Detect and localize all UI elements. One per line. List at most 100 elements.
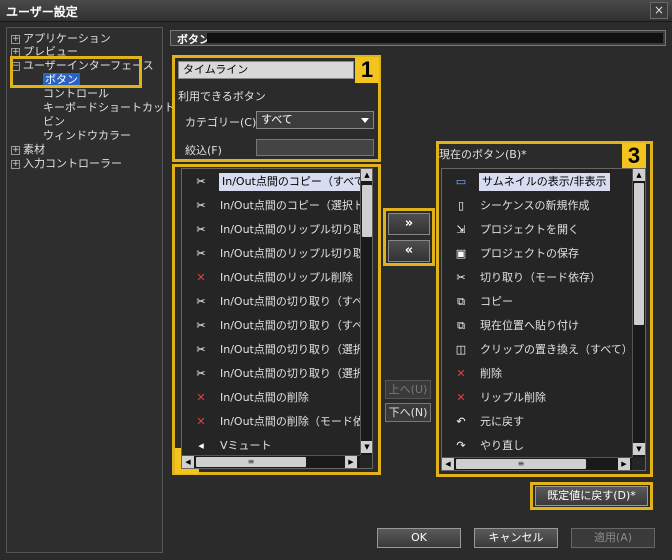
list-item-label: In/Out点間のリップル削除 bbox=[220, 271, 353, 284]
list-item[interactable]: ✂ 切り取り（モード依存） bbox=[442, 266, 632, 290]
tree-item-label: コントロール bbox=[43, 87, 109, 100]
list-item[interactable]: ↷ やり直し bbox=[442, 434, 632, 458]
section-title: ボタン bbox=[177, 33, 210, 46]
list-item[interactable]: ✂ In/Out点間のリップル切り取 bbox=[182, 242, 363, 266]
section-header-bar bbox=[207, 33, 663, 43]
list-item-label: In/Out点間のリップル切り取 bbox=[220, 223, 364, 236]
tree-item-label: ビン bbox=[43, 115, 65, 128]
list-item-label: In/Out点間の切り取り（すべ bbox=[220, 319, 364, 332]
badge-1: 1 bbox=[355, 57, 379, 83]
list-item-label: In/Out点間の切り取り（選択 bbox=[220, 343, 364, 356]
ok-button[interactable]: OK bbox=[377, 528, 461, 548]
scroll-thumb[interactable] bbox=[634, 183, 644, 325]
list-item[interactable]: ✕ In/Out点間のリップル削除 bbox=[182, 266, 360, 290]
list-item[interactable]: ↶ 元に戻す bbox=[442, 410, 632, 434]
tree-item-label: 素材 bbox=[23, 143, 45, 156]
list-item-label: In/Out点間のリップル切り取 bbox=[220, 247, 364, 260]
list-item-label: プロジェクトを開く bbox=[480, 223, 579, 236]
speaker-mute-icon: ◂ bbox=[198, 439, 204, 452]
list-item[interactable]: ⇲ プロジェクトを開く bbox=[442, 218, 632, 242]
target-select-value: タイムライン bbox=[183, 63, 249, 76]
window-title: ユーザー設定 bbox=[6, 5, 78, 19]
list-item-label: In/Out点間の切り取り（すべ bbox=[220, 295, 364, 308]
vertical-scrollbar[interactable]: ▲ ▼ bbox=[360, 169, 372, 455]
badge-3: 3 bbox=[622, 143, 646, 169]
target-select[interactable]: タイムライン bbox=[178, 61, 354, 79]
list-item-label: In/Out点間の切り取り（選択 bbox=[220, 367, 364, 380]
tree-item-label: キーボードショートカット bbox=[43, 101, 175, 114]
list-item-label: サムネイルの表示/非表示 bbox=[479, 173, 610, 191]
scroll-up-icon[interactable]: ▲ bbox=[633, 169, 645, 181]
vertical-scrollbar[interactable]: ▲ ▼ bbox=[632, 169, 645, 457]
list-item[interactable]: ✂ In/Out点間のリップル切り取 bbox=[182, 218, 363, 242]
cut-icon: ✂ bbox=[196, 223, 206, 236]
list-item[interactable]: ✕ In/Out点間の削除（モード依 bbox=[182, 410, 363, 434]
scroll-thumb[interactable] bbox=[362, 185, 372, 237]
scroll-right-icon[interactable]: ▶ bbox=[345, 456, 357, 468]
remove-button[interactable]: « bbox=[388, 240, 430, 262]
delete-icon: ✕ bbox=[196, 415, 206, 428]
list-item[interactable]: ✂ In/Out点間のコピー（すべて bbox=[182, 170, 368, 194]
tree-item-input-controller[interactable]: + 入力コントローラー bbox=[11, 157, 122, 170]
scroll-left-icon[interactable]: ◀ bbox=[442, 458, 454, 470]
list-item[interactable]: ✂ In/Out点間のコピー（選択ト bbox=[182, 194, 363, 218]
paste-icon: ⧉ bbox=[457, 319, 465, 332]
list-item[interactable]: ✂ In/Out点間の切り取り（すべ bbox=[182, 314, 364, 338]
list-item[interactable]: ▯ シーケンスの新規作成 bbox=[442, 194, 632, 218]
list-item[interactable]: ◫ クリップの置き換え（すべて） bbox=[442, 338, 633, 362]
expand-icon[interactable]: + bbox=[11, 34, 20, 44]
horizontal-scrollbar[interactable]: ◀ ≡ ▶ bbox=[182, 455, 360, 468]
scroll-left-icon[interactable]: ◀ bbox=[182, 456, 194, 468]
scroll-thumb[interactable]: ≡ bbox=[456, 459, 586, 469]
list-item[interactable]: ✂ In/Out点間の切り取り（すべ bbox=[182, 290, 364, 314]
move-up-button[interactable]: 上へ(U) bbox=[385, 380, 431, 399]
tree-item-label: アプリケーション bbox=[23, 32, 111, 45]
move-down-button[interactable]: 下へ(N) bbox=[385, 403, 431, 422]
scroll-thumb[interactable]: ≡ bbox=[196, 457, 306, 467]
expand-icon[interactable]: + bbox=[11, 159, 20, 169]
copy-icon: ✂ bbox=[196, 199, 206, 212]
scroll-up-icon[interactable]: ▲ bbox=[361, 169, 372, 181]
title-bar: ユーザー設定 × bbox=[0, 0, 672, 22]
apply-button[interactable]: 適用(A) bbox=[571, 528, 655, 548]
list-item[interactable]: ⧉ 現在位置へ貼り付け bbox=[442, 314, 632, 338]
new-sequence-icon: ▯ bbox=[457, 199, 465, 212]
list-item-label: 現在位置へ貼り付け bbox=[480, 319, 579, 332]
filter-input[interactable] bbox=[256, 139, 374, 156]
list-item[interactable]: ✕ 削除 bbox=[442, 362, 632, 386]
delete-icon: ✕ bbox=[456, 367, 466, 380]
tree-item-controls[interactable]: コントロール bbox=[43, 87, 109, 100]
tree-item-keyboard-shortcuts[interactable]: キーボードショートカット bbox=[43, 101, 175, 114]
delete-icon: ✕ bbox=[196, 391, 206, 404]
tree-item-application[interactable]: + アプリケーション bbox=[11, 32, 111, 45]
tree-item-material[interactable]: + 素材 bbox=[11, 143, 45, 156]
ripple-delete-icon: ✕ bbox=[456, 391, 466, 404]
cancel-button[interactable]: キャンセル bbox=[474, 528, 558, 548]
expand-icon[interactable]: + bbox=[11, 145, 20, 155]
list-item-label: 元に戻す bbox=[480, 415, 524, 428]
list-item-label: 削除 bbox=[480, 367, 502, 380]
tree-item-label: 入力コントローラー bbox=[23, 157, 122, 170]
list-item-label: やり直し bbox=[480, 439, 524, 452]
scroll-right-icon[interactable]: ▶ bbox=[618, 458, 630, 470]
scroll-down-icon[interactable]: ▼ bbox=[361, 441, 372, 453]
list-item[interactable]: ✕ リップル削除 bbox=[442, 386, 632, 410]
close-icon[interactable]: × bbox=[650, 2, 668, 19]
restore-default-button[interactable]: 既定値に戻す(D)* bbox=[535, 486, 648, 506]
thumbnail-icon: ▭ bbox=[455, 175, 467, 188]
replace-clip-icon: ◫ bbox=[455, 343, 467, 356]
list-item[interactable]: ⧉ コピー bbox=[442, 290, 632, 314]
list-item[interactable]: ✂ In/Out点間の切り取り（選択 bbox=[182, 362, 363, 386]
list-item[interactable]: ▭ サムネイルの表示/非表示 bbox=[442, 170, 632, 194]
list-item[interactable]: ✂ In/Out点間の切り取り（選択 bbox=[182, 338, 363, 362]
tree-item-bin[interactable]: ビン bbox=[43, 115, 65, 128]
tree-highlight bbox=[10, 56, 142, 88]
tree-item-window-color[interactable]: ウィンドウカラー bbox=[43, 129, 131, 142]
add-button[interactable]: » bbox=[388, 213, 430, 235]
list-item[interactable]: ✕ In/Out点間の削除 bbox=[182, 386, 360, 410]
list-item[interactable]: ▣ プロジェクトの保存 bbox=[442, 242, 632, 266]
category-select[interactable]: すべて bbox=[256, 111, 374, 129]
cut-icon: ✂ bbox=[196, 247, 206, 260]
horizontal-scrollbar[interactable]: ◀ ≡ ▶ bbox=[442, 457, 632, 470]
scroll-down-icon[interactable]: ▼ bbox=[633, 443, 645, 455]
